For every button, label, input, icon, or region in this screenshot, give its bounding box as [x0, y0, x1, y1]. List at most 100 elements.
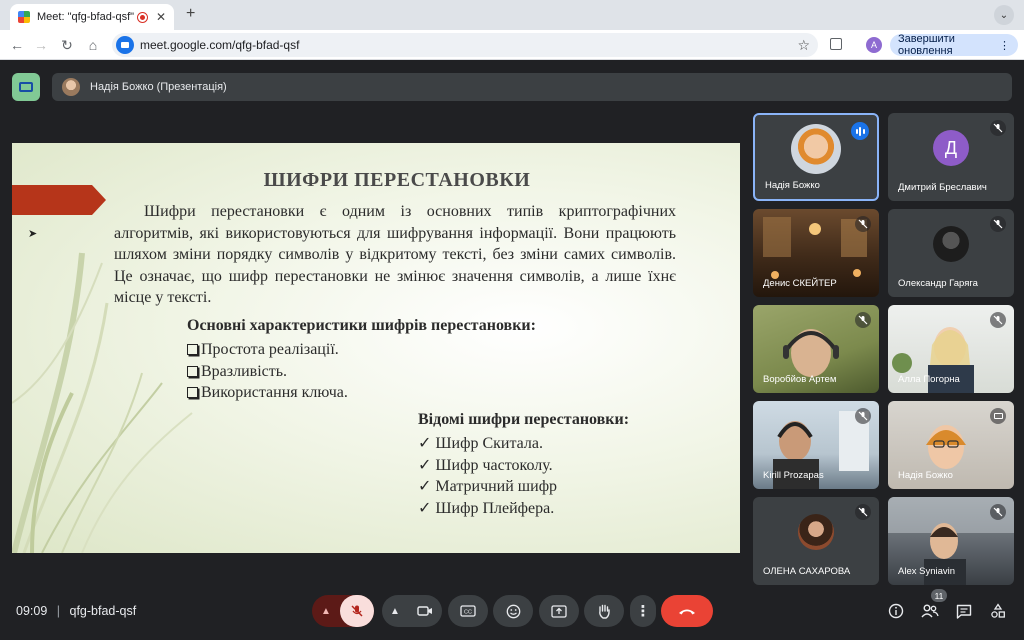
presenter-bar: Надія Божко (Презентація): [52, 73, 1012, 101]
checkmark-icon: ✓: [418, 499, 432, 517]
list-item: ✓ Шифр Скитала.: [418, 433, 557, 455]
mouse-pointer-icon: ➤: [28, 228, 38, 240]
mic-off-icon: [855, 504, 871, 520]
participant-name: Воробйов Артем: [763, 374, 837, 385]
reload-icon[interactable]: ↻: [58, 36, 76, 54]
participant-name: ОЛЕНА САХАРОВА: [763, 566, 851, 577]
characteristics-list: Простота реалізації. Вразливість. Викори…: [187, 339, 348, 404]
participant-tile[interactable]: Надія Божко: [888, 401, 1014, 489]
tab-search-button[interactable]: ⌄: [994, 5, 1014, 25]
participant-initial-avatar: Д: [933, 130, 969, 167]
tab-close-icon[interactable]: ✕: [156, 10, 166, 24]
participant-name: Дмитрий Бреславич: [898, 182, 987, 193]
participant-name: Алла Погорна: [898, 374, 960, 385]
more-vert-icon: ⋮: [635, 603, 651, 620]
recording-icon: [136, 11, 148, 23]
browser-toolbar: ← → ↻ ⌂ meet.google.com/qfg-bfad-qsf ☆ A…: [0, 30, 1024, 60]
site-info-icon[interactable]: [116, 36, 134, 54]
presenting-icon: [990, 408, 1006, 424]
more-options-button[interactable]: ⋮: [630, 595, 656, 627]
known-ciphers-heading: Відомі шифри перестановки:: [418, 411, 630, 428]
profile-avatar[interactable]: A: [866, 37, 882, 53]
update-button[interactable]: Завершити оновлення ⋮: [890, 33, 1018, 57]
url-text[interactable]: meet.google.com/qfg-bfad-qsf: [140, 38, 797, 52]
reactions-button[interactable]: [493, 595, 533, 627]
checkmark-icon: ✓: [418, 435, 432, 452]
speaking-indicator-icon: [851, 122, 869, 140]
new-tab-button[interactable]: +: [186, 5, 195, 23]
participant-tile[interactable]: Воробйов Артем: [753, 305, 879, 393]
chat-icon[interactable]: [953, 600, 975, 622]
list-item: ✓ Шифр частоколу.: [418, 455, 557, 477]
mic-off-icon: [990, 120, 1006, 136]
mic-off-icon: [855, 312, 871, 328]
slide-paragraph: Шифри перестановки є одним із основних т…: [114, 203, 676, 306]
bookmark-star-icon[interactable]: ☆: [797, 37, 810, 54]
characteristics-heading: Основні характеристики шифрів перестанов…: [187, 317, 536, 334]
raise-hand-button[interactable]: [584, 595, 624, 627]
leave-call-button[interactable]: [661, 595, 713, 627]
known-ciphers-list: ✓ Шифр Скитала. ✓ Шифр частоколу. ✓ Матричн…: [418, 433, 557, 519]
checkbox-bullet-icon: [187, 365, 198, 377]
mic-off-icon: [990, 504, 1006, 520]
participant-tile[interactable]: Д Дмитрий Бреславич: [888, 113, 1014, 201]
tab-title: Meet: "qfg-bfad-qsf": [37, 11, 135, 23]
participant-photo: [933, 226, 969, 263]
checkmark-icon: ✓: [418, 456, 432, 474]
participant-tile[interactable]: Алла Погорна: [888, 305, 1014, 393]
slide-title: ШИФРИ ПЕРЕСТАНОВКИ: [263, 169, 531, 191]
forward-icon[interactable]: →: [32, 36, 50, 54]
hang-up-icon: [679, 609, 695, 615]
meet-favicon-icon: [18, 11, 30, 23]
mic-off-icon: [855, 408, 871, 424]
participant-name: Kirill Prozapas: [763, 470, 824, 481]
audio-options-chevron-icon[interactable]: ▲: [312, 606, 340, 617]
mic-toggle-button[interactable]: [340, 595, 374, 627]
present-screen-icon: [551, 604, 567, 618]
presenter-avatar: [62, 78, 80, 96]
mic-off-icon: [855, 216, 871, 232]
hand-icon: [599, 604, 610, 619]
list-item-text: Шифр частоколу.: [435, 456, 553, 474]
participant-tile[interactable]: Олександр Гаряга: [888, 209, 1014, 297]
captions-button[interactable]: CC: [448, 595, 488, 627]
participant-name: Надія Божко: [898, 470, 953, 481]
svg-text:CC: CC: [464, 610, 472, 616]
browser-tab[interactable]: Meet: "qfg-bfad-qsf" ✕: [10, 4, 174, 30]
activities-icon[interactable]: [987, 600, 1009, 622]
presentation-layout-button[interactable]: [12, 73, 40, 101]
present-now-button[interactable]: [539, 595, 579, 627]
participant-name: Надія Божко: [765, 180, 820, 191]
extensions-icon[interactable]: [830, 38, 842, 50]
meeting-info: 09:09 | qfg-bfad-qsf: [16, 604, 137, 618]
participant-tile[interactable]: Alex Syniavin: [888, 497, 1014, 585]
camera-toggle-button[interactable]: [408, 605, 442, 617]
list-item-text: Використання ключа.: [201, 384, 348, 401]
list-item-text: Простота реалізації.: [201, 341, 339, 358]
participant-tile[interactable]: Kirill Prozapas: [753, 401, 879, 489]
meeting-details-icon[interactable]: [885, 600, 907, 622]
participant-tile[interactable]: Денис СКЕЙТЕР: [753, 209, 879, 297]
more-menu-icon[interactable]: ⋮: [999, 39, 1010, 52]
home-icon[interactable]: ⌂: [84, 36, 102, 54]
people-icon[interactable]: [919, 600, 941, 622]
clock-time: 09:09: [16, 604, 48, 618]
list-item: ✓ Шифр Плейфера.: [418, 498, 557, 520]
presenter-label: Надія Божко (Презентація): [90, 81, 227, 93]
participant-tile[interactable]: Надія Божко: [753, 113, 879, 201]
camera-control: ▲: [382, 595, 442, 627]
captions-icon: CC: [460, 605, 476, 617]
browser-tab-bar: Meet: "qfg-bfad-qsf" ✕ + ⌄: [0, 0, 1024, 30]
list-item: ✓ Матричний шифр: [418, 476, 557, 498]
back-icon[interactable]: ←: [8, 36, 26, 54]
address-bar[interactable]: meet.google.com/qfg-bfad-qsf ☆: [112, 33, 818, 57]
participant-tile[interactable]: ОЛЕНА САХАРОВА: [753, 497, 879, 585]
mic-off-icon: [351, 605, 363, 617]
meeting-code: qfg-bfad-qsf: [69, 604, 137, 618]
participant-photo: [798, 514, 834, 551]
list-item-text: Матричний шифр: [435, 478, 558, 495]
list-item-text: Шифр Скитала.: [435, 435, 543, 452]
list-item-text: Вразливість.: [201, 362, 288, 380]
camera-icon: [417, 606, 432, 616]
video-options-chevron-icon[interactable]: ▲: [382, 606, 408, 617]
